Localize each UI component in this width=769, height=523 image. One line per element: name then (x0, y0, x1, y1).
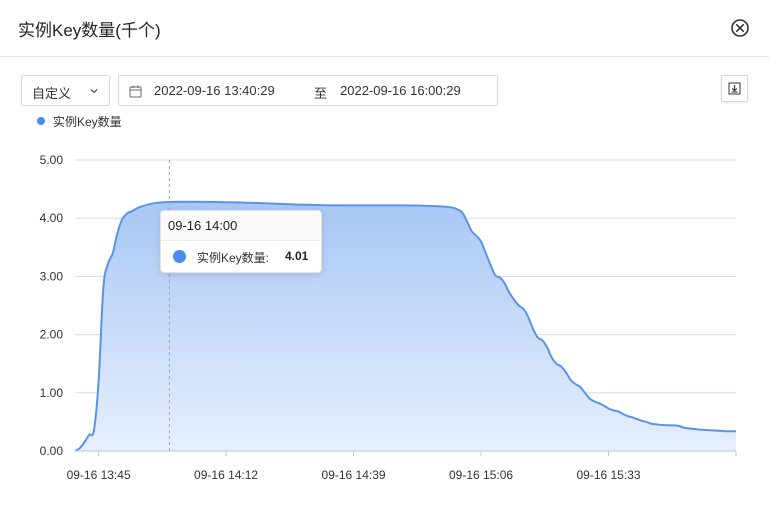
y-axis: 0.00 1.00 2.00 3.00 4.00 5.00 (40, 153, 64, 458)
download-button[interactable] (721, 75, 748, 102)
y-tick-label: 0.00 (40, 444, 64, 458)
x-tick-label: 09-16 14:12 (194, 468, 258, 482)
tooltip-header: 09-16 14:00 (161, 211, 321, 241)
tooltip-series-marker (173, 250, 186, 263)
area-chart[interactable]: 0.001.002.003.004.005.00 09-16 13:45 09-1… (0, 140, 769, 490)
y-tick-label: 3.00 (40, 269, 64, 283)
chevron-down-icon (90, 89, 98, 94)
y-tick-label: 1.00 (40, 386, 64, 400)
x-tick-label: 09-16 15:06 (449, 468, 513, 482)
x-axis: 09-16 13:45 09-16 14:12 09-16 14:39 09-16 1… (67, 450, 737, 482)
tooltip-time: 09-16 14:00 (168, 218, 238, 233)
time-range-select[interactable]: 自定义 (21, 75, 110, 106)
y-tick-label: 2.00 (40, 328, 64, 342)
download-icon (728, 82, 741, 95)
y-tick-label: 5.00 (40, 153, 64, 167)
x-tick-label: 09-16 15:33 (576, 468, 640, 482)
date-range-start[interactable]: 2022-09-16 13:40:29 (154, 83, 275, 98)
date-range-separator: 至 (314, 86, 328, 101)
x-tick-label: 09-16 14:39 (322, 468, 386, 482)
dialog-header: 实例Key数量(千个) (0, 0, 769, 57)
date-range-end[interactable]: 2022-09-16 16:00:29 (340, 83, 461, 98)
legend-marker (37, 117, 45, 125)
close-circle-icon (731, 19, 749, 37)
date-range-picker[interactable]: 2022-09-16 13:40:29 至 2022-09-16 16:00:2… (118, 75, 498, 106)
close-button[interactable] (729, 17, 751, 39)
y-tick-label: 4.00 (40, 211, 64, 225)
time-range-select-value: 自定义 (32, 86, 72, 101)
tooltip-series-label: 实例Key数量: (197, 251, 270, 265)
x-tick-label: 09-16 13:45 (67, 468, 131, 482)
calendar-icon (129, 85, 142, 98)
dialog-title: 实例Key数量(千个) (18, 21, 161, 40)
tooltip-value: 4.01 (285, 249, 309, 263)
chart-dialog: 实例Key数量(千个) 自定义 2022-09-16 13:40:29 至 20… (0, 0, 769, 523)
legend-label: 实例Key数量 (53, 115, 122, 129)
chart-tooltip: 09-16 14:00 实例Key数量: 4.01 (160, 210, 322, 273)
